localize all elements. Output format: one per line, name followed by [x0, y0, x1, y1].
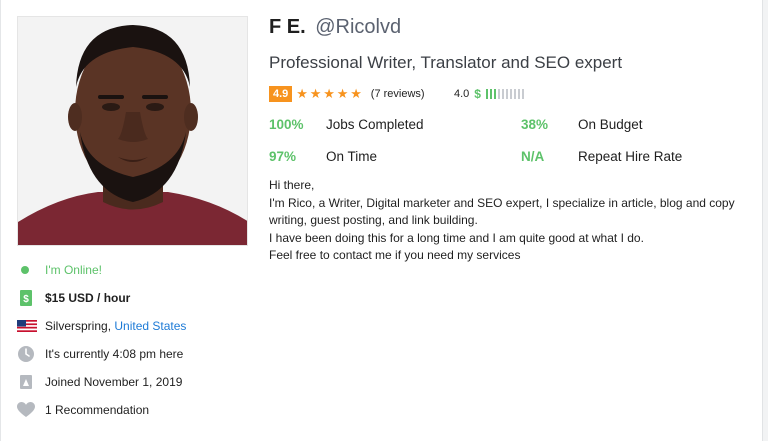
stat-jobs-completed-label: Jobs Completed — [326, 117, 424, 132]
stat-on-time: 97% — [269, 149, 296, 164]
earnings-bar — [509, 89, 512, 99]
earnings-bar — [489, 89, 492, 99]
page-edge — [762, 0, 768, 441]
clock-icon — [17, 345, 39, 363]
rating-stars: ★ ★ ★ ★ ★ — [295, 87, 363, 101]
online-text: I'm Online! — [45, 263, 102, 277]
profile-name: F E. — [269, 16, 306, 38]
earnings-bar — [505, 89, 508, 99]
local-time-text: It's currently 4:08 pm here — [45, 347, 184, 361]
country-link[interactable]: United States — [114, 319, 186, 333]
earnings-bar — [497, 89, 500, 99]
recommendations-text: 1 Recommendation — [45, 403, 150, 417]
star-icon: ★ — [336, 86, 349, 101]
calendar-icon — [17, 373, 39, 391]
hourly-rate: $ $15 USD / hour — [17, 288, 130, 308]
stat-value: N/A — [521, 149, 545, 164]
star-icon: ★ — [309, 86, 322, 101]
reviews-link[interactable]: (7 reviews) — [371, 88, 425, 100]
earnings-bar — [493, 89, 496, 99]
stat-value: 100% — [269, 117, 304, 132]
recommendations: 1 Recommendation — [17, 400, 149, 420]
star-icon: ★ — [296, 86, 308, 101]
earnings-score-value: 4.0 — [454, 88, 470, 100]
earnings-bar — [501, 89, 504, 99]
us-flag-icon — [17, 320, 39, 332]
stat-label: On Budget — [578, 117, 643, 132]
stat-repeat-hire: N/A — [521, 149, 544, 164]
rating-badge: 4.9 — [269, 86, 293, 102]
stat-on-budget-label: On Budget — [578, 117, 643, 132]
money-icon: $ — [17, 289, 39, 307]
dollar-icon: $ — [474, 87, 481, 101]
earnings-bar — [485, 89, 488, 99]
stat-value: 97% — [269, 149, 297, 164]
stat-label: Jobs Completed — [326, 117, 424, 132]
heart-icon — [17, 402, 39, 418]
earnings-bar — [513, 89, 516, 99]
online-status: I'm Online! — [17, 260, 102, 280]
hourly-rate-text: $15 USD / hour — [45, 291, 131, 305]
profile-tagline: Professional Writer, Translator and SEO … — [269, 53, 623, 72]
stat-value: 38% — [521, 117, 549, 132]
online-dot-icon — [17, 262, 39, 278]
description-line: I'm Rico, a Writer, Digital marketer and… — [269, 195, 735, 228]
profile-handle: @Ricolvd — [315, 16, 402, 38]
description-line: I have been doing this for a long time a… — [269, 230, 644, 245]
star-icon: ★ — [350, 86, 362, 101]
city-text: Silverspring, — [45, 319, 112, 333]
earnings-bars — [485, 89, 526, 99]
joined-text: Joined November 1, 2019 — [45, 375, 183, 389]
description-line: Feel free to contact me if you need my s… — [269, 248, 521, 263]
earnings-score: 4.0 $ — [454, 86, 526, 102]
star-icon: ★ — [323, 86, 335, 101]
location: Silverspring, United States — [17, 316, 186, 336]
earnings-bar — [517, 89, 520, 99]
stat-on-budget: 38% — [521, 117, 548, 132]
stat-repeat-hire-label: Repeat Hire Rate — [578, 149, 682, 164]
svg-text:$: $ — [23, 294, 29, 305]
profile-description: Hi there, I'm Rico, a Writer, Digital ma… — [269, 177, 749, 265]
stat-jobs-completed: 100% — [269, 117, 304, 132]
earnings-bar — [521, 89, 524, 99]
profile-name-line: F E. @Ricolvd — [269, 16, 401, 39]
stat-on-time-label: On Time — [326, 149, 377, 164]
local-time: It's currently 4:08 pm here — [17, 344, 183, 364]
description-line: Hi there, — [269, 178, 315, 192]
freelancer-profile-card: F E. @Ricolvd Professional Writer, Trans… — [0, 0, 768, 441]
stat-label: On Time — [326, 149, 378, 164]
stat-label: Repeat Hire Rate — [578, 149, 683, 164]
joined-date: Joined November 1, 2019 — [17, 372, 182, 392]
profile-photo[interactable] — [17, 16, 248, 246]
rating-row: 4.9 ★ ★ ★ ★ ★ (7 reviews) — [269, 86, 425, 102]
location-text: Silverspring, United States — [45, 319, 186, 333]
